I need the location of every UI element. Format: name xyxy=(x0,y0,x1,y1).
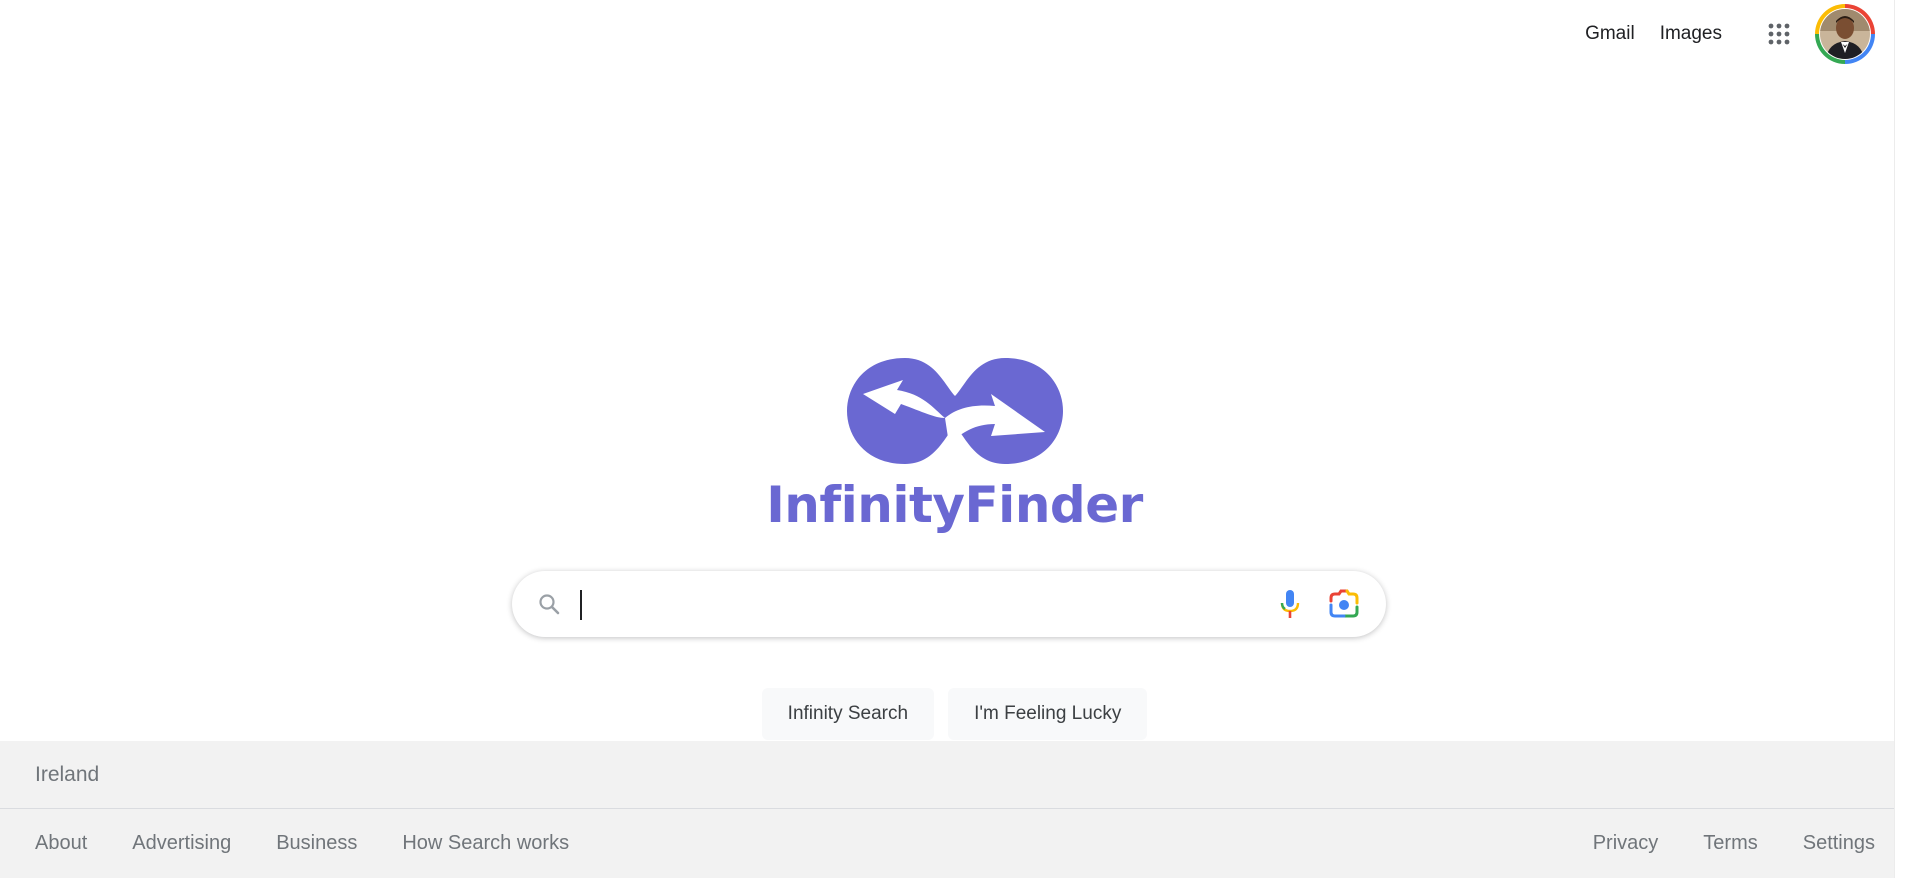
footer-links: About Advertising Business How Search wo… xyxy=(0,809,1909,877)
footer-left-links: About Advertising Business How Search wo… xyxy=(35,832,614,855)
footer-right-links: Privacy Terms Settings xyxy=(1548,832,1875,855)
footer-link-advertising[interactable]: Advertising xyxy=(132,832,231,855)
apps-grid-icon[interactable] xyxy=(1755,10,1803,58)
logo: InfinityFinder xyxy=(0,356,1909,530)
footer-country: Ireland xyxy=(0,741,1909,809)
microphone-icon[interactable] xyxy=(1270,584,1310,624)
scrollbar[interactable] xyxy=(1894,0,1909,878)
logo-wordmark: InfinityFinder xyxy=(766,476,1143,534)
search-buttons: Infinity Search I'm Feeling Lucky xyxy=(0,688,1909,740)
page: Gmail Images InfinityFinder Infinity Sea… xyxy=(0,0,1909,878)
search-icon xyxy=(536,591,562,617)
search-box[interactable] xyxy=(512,571,1386,637)
avatar[interactable] xyxy=(1815,4,1875,64)
gmail-link[interactable]: Gmail xyxy=(1585,23,1635,45)
user-avatar-icon xyxy=(1819,8,1871,60)
infinity-search-button[interactable]: Infinity Search xyxy=(761,688,935,740)
footer-link-how-search-works[interactable]: How Search works xyxy=(402,832,569,855)
text-cursor xyxy=(580,590,582,620)
footer: Ireland About Advertising Business How S… xyxy=(0,741,1909,878)
images-link[interactable]: Images xyxy=(1660,23,1722,45)
top-bar: Gmail Images xyxy=(1585,0,1875,68)
footer-link-business[interactable]: Business xyxy=(276,832,357,855)
footer-link-privacy[interactable]: Privacy xyxy=(1593,832,1659,855)
search-input[interactable] xyxy=(578,583,1270,625)
feeling-lucky-button[interactable]: I'm Feeling Lucky xyxy=(948,688,1148,740)
camera-lens-icon[interactable] xyxy=(1324,584,1364,624)
footer-link-settings[interactable]: Settings xyxy=(1803,832,1875,855)
infinity-logo-icon xyxy=(846,358,1063,464)
footer-link-terms[interactable]: Terms xyxy=(1703,832,1757,855)
footer-link-about[interactable]: About xyxy=(35,832,87,855)
